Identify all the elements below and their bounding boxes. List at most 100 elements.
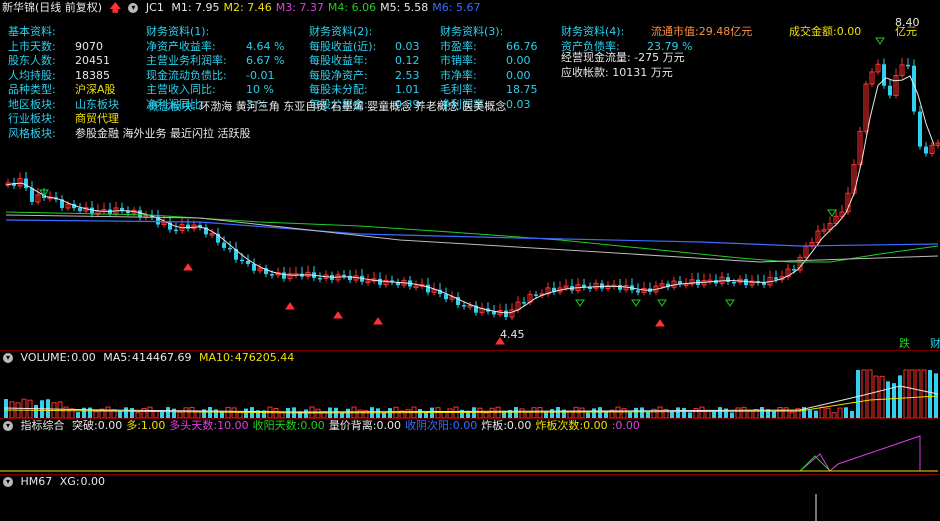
indicator-chart[interactable] [0,434,940,474]
info-value: 2.53 [395,68,420,82]
ma10-label: MA10: [199,351,234,364]
info-value: -0.01 [246,68,275,82]
hm-header: ▾ HM67 XG:0.00 [0,474,109,490]
ma-value-6: M6: 5.67 [432,1,481,14]
volume-bar [592,408,596,418]
sell-signal-arrow-icon [875,37,885,45]
info-value: 山东板块 [75,97,119,111]
buy-signal-arrow-icon [373,317,383,325]
candle-body [522,302,526,304]
volume-bar [579,407,585,418]
hm-name[interactable]: HM67 [21,475,53,488]
volume-bar [670,411,674,418]
info-value: 商贸代理 [75,112,119,125]
volume-bar [676,407,680,418]
indicator-line-green [0,455,938,472]
info-value: 4.64 % [246,39,285,53]
candle-body [120,207,124,211]
float-cap: 流通市值:29.48亿元 [651,23,752,39]
pane-menu-icon[interactable]: ▾ [3,477,13,487]
volume-bar [550,409,554,418]
indicator-item-3: 多头天数:10.00 [169,419,249,432]
volume-bar [747,410,753,418]
pane-menu-icon[interactable]: ▾ [3,421,13,431]
info-value: 6.67 % [246,54,285,67]
volume-bar [172,408,176,418]
candle-body [426,284,430,293]
indicator-pane-name[interactable]: 指标综合 [21,419,65,432]
volume-bar [405,409,411,418]
volume-bar [304,409,308,418]
volume-bar [537,407,543,418]
separator-3 [0,474,940,475]
candle-body [318,277,322,280]
buy-signal-arrow-icon [285,302,295,310]
candle-body [774,277,778,280]
hm-chart[interactable] [0,490,940,521]
info-value: 18.75 [506,83,538,96]
candle-body [30,188,34,203]
concept-label: 概念板块: [148,100,196,113]
info-col1-row: 风格板块: 参股金融 海外业务 最近闪拉 活跃股 [8,125,251,141]
volume-bar [682,407,686,418]
indicator-item-1: 突破:0.00 [72,419,123,432]
volume-bar [418,409,422,418]
ma10-value: 476205.44 [234,351,295,364]
info-label: 经营现金流量: [561,51,635,64]
candle-body [588,287,592,290]
volume-bar [856,370,860,418]
volume-bar [357,409,363,418]
volume-bar [477,407,483,418]
info-value: 0.03 [506,97,531,111]
candle-body [228,247,232,250]
volume-bar [850,410,854,418]
info-value: -275 万元 [634,51,685,64]
candle-body [138,210,142,218]
volume-bar [808,410,812,418]
sell-signal-arrow-icon [725,299,735,307]
candle-body [618,285,622,290]
candle-body [918,111,922,147]
price-chart[interactable]: 基本资料: 上市天数: 9070 股东人数: 20451 人均持股: 18385 品种类型: 沪… [0,16,940,350]
indicator-item-7: 炸板:0.00 [481,419,532,432]
pane-menu-icon[interactable]: ▾ [3,353,13,363]
float-cap-label: 流通市值: [651,25,699,38]
turnover-label: 成交金额: [789,25,837,38]
volume-bar [873,375,879,418]
candle-body [246,260,250,264]
indicator-item-2: 多:1.00 [126,419,166,432]
volume-bar [777,406,783,418]
candle-body [504,310,508,318]
volume-bar [640,407,644,418]
volume-bar [615,406,621,418]
ma-value-5: M5: 5.58 [380,1,429,14]
candle-body [462,305,466,307]
volume-bar [783,407,789,418]
info-col5-row: 应收帐款: 10131 万元 [561,64,673,80]
volume-bar [699,406,705,418]
volume-bar [183,407,189,418]
volume-bar [718,407,722,418]
volume-bar [621,408,627,418]
ma-value-2: M2: 7.46 [223,1,272,14]
candle-body [174,229,178,232]
ma-values: M1: 7.95 M2: 7.46 M3: 7.37 M4: 6.06 M5: 5.58… [171,1,484,14]
volume-bar [898,375,902,418]
volume-chart[interactable] [0,366,940,418]
sell-signal-arrow-icon [631,299,641,307]
candle-body [636,290,640,293]
volume-bar [63,406,69,418]
indicator-name[interactable]: JC1 [146,1,164,14]
volume-label: VOLUME: [20,351,71,364]
volume-bar [27,399,33,418]
volume-bar [915,369,921,418]
dropdown-icon[interactable]: ▾ [128,3,139,13]
volume-bar [88,407,92,418]
candle-body [726,277,730,282]
info-value: 0.00 [506,68,531,82]
candle-body [342,274,346,277]
candle-body [222,242,226,248]
ma-value-1: M1: 7.95 [171,1,220,14]
low-price-label: 4.45 [500,328,525,341]
concept-value: 环渤海 黄河三角 东亚自贸 石墨烯 婴童概念 养老概念 医美概念 [199,100,507,113]
